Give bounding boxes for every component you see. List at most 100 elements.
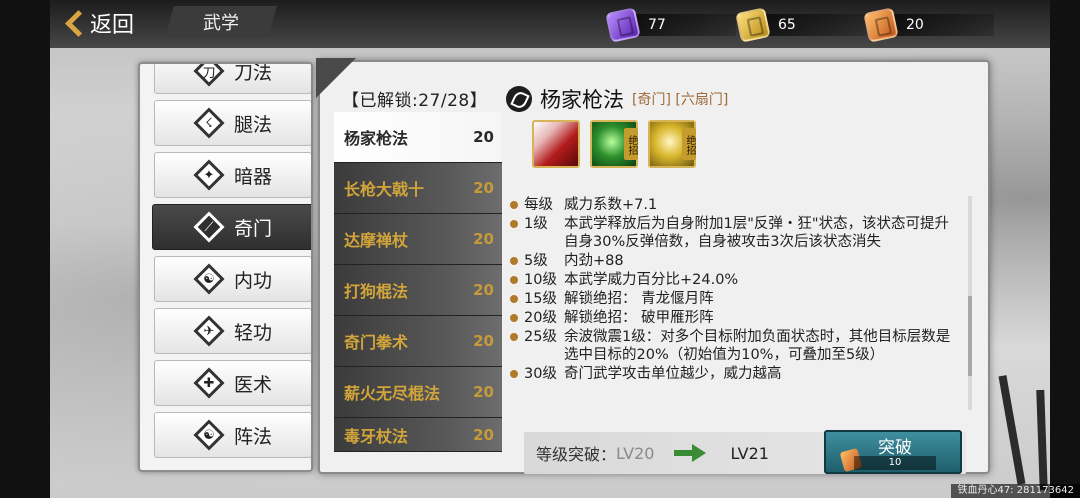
effect-level: 10级 [524, 272, 557, 288]
category-label: 暗器 [233, 165, 272, 188]
category-label: 腿法 [233, 113, 272, 136]
skill-name: 杨家枪法 [344, 129, 409, 148]
effect-text: 奇门武学攻击单位越少，威力越高 [564, 366, 782, 382]
effect-level: 25级 [524, 329, 557, 345]
next-level: LV21 [730, 443, 769, 463]
current-level: LV20 [616, 443, 655, 463]
currency-purple[interactable]: 77 [605, 7, 736, 43]
effect-list[interactable]: 每级 威力系数+7.1 1级 本武学释放后为自身附加1层"反弹・狂"状态，该状态… [510, 196, 962, 410]
skill-level: 20 [473, 383, 494, 401]
skill-name: 奇门拳术 [344, 333, 409, 352]
effect-row: 20级 解锁绝招： 破甲雁形阵 [510, 309, 962, 327]
breakthrough-label: 等级突破： [536, 445, 617, 464]
special-moves: 绝招 绝招 [532, 120, 976, 168]
category-sidebar: 刀 刀法 ☇ 腿法 ✦ 暗器 ⟋ 奇门 ☯ 内功 ✈ 轻功 ✚ 医术 ☯ 阵法 [138, 62, 313, 472]
skill-list: 【已解锁:27/28】 杨家枪法 20 长枪大戟十 20 达摩禅杖 20 打狗棍… [334, 84, 502, 468]
unlock-count: 【已解锁:27/28】 [342, 90, 488, 111]
bullet-icon [510, 220, 518, 228]
golden-burst-icon[interactable]: 绝招 [648, 120, 696, 168]
page-title: 武学 [203, 13, 239, 34]
category-label: 刀法 [233, 62, 272, 84]
skill-name: 达摩禅杖 [344, 231, 409, 250]
left-letterbox [0, 0, 50, 498]
skill-name: 打狗棍法 [344, 282, 409, 301]
green-vortex-icon[interactable]: 绝招 [590, 120, 638, 168]
effect-text: 解锁绝招： 青龙偃月阵 [564, 291, 714, 307]
medicine-icon: ✚ [193, 367, 225, 399]
spear-strike-icon[interactable] [532, 120, 580, 168]
meditation-icon: ☯ [193, 263, 225, 295]
breakthrough-button-label: 突破 [878, 438, 912, 458]
skill-name: 长枪大戟十 [344, 180, 425, 199]
effect-row: 每级 威力系数+7.1 [510, 196, 962, 214]
bullet-icon [510, 333, 518, 341]
bullet-icon [510, 295, 518, 303]
category-medicine[interactable]: ✚ 医术 [154, 360, 311, 406]
skill-list-item[interactable]: 薪火无尽棍法 20 [334, 367, 502, 418]
category-label: 医术 [233, 373, 272, 396]
purple-scroll-icon [605, 7, 641, 43]
effect-scrollbar[interactable] [968, 196, 972, 410]
skill-list-item[interactable]: 达摩禅杖 20 [334, 214, 502, 265]
effect-level: 30级 [524, 366, 557, 382]
category-blade[interactable]: 刀 刀法 [154, 62, 311, 94]
effect-text: 本武学威力百分比+24.0% [564, 272, 739, 288]
skill-name: 薪火无尽棍法 [344, 384, 441, 403]
effect-level: 每级 [524, 197, 553, 213]
currency-orange[interactable]: 20 [863, 7, 994, 43]
effect-row: 1级 本武学释放后为自身附加1层"反弹・狂"状态，该状态可提升自身30%反弹倍数… [510, 215, 962, 251]
skill-name: 毒牙杖法 [344, 426, 409, 446]
effect-row: 10级 本武学威力百分比+24.0% [510, 271, 962, 289]
currency-value: 20 [884, 14, 994, 36]
shuriken-icon: ✦ [193, 159, 225, 191]
gold-scroll-icon [735, 7, 771, 43]
currency-value: 65 [756, 14, 866, 36]
category-label: 轻功 [233, 321, 272, 344]
effect-row: 15级 解锁绝招： 青龙偃月阵 [510, 290, 962, 308]
effect-row: 30级 奇门武学攻击单位越少，威力越高 [510, 365, 962, 383]
effect-level: 1级 [524, 216, 548, 232]
category-agility[interactable]: ✈ 轻功 [154, 308, 311, 354]
chevron-left-icon [62, 8, 84, 38]
kick-icon: ☇ [193, 107, 225, 139]
orange-scroll-icon [863, 7, 899, 43]
breakthrough-cost: 10 [854, 456, 936, 470]
effect-text: 内劲+88 [564, 253, 624, 269]
bullet-icon [510, 201, 518, 209]
agility-icon: ✈ [193, 315, 225, 347]
skill-list-item[interactable]: 打狗棍法 20 [334, 265, 502, 316]
breakthrough-button[interactable]: 突破 10 [824, 430, 962, 474]
category-kick[interactable]: ☇ 腿法 [154, 100, 311, 146]
right-letterbox [1050, 0, 1080, 498]
back-button[interactable]: 返回 [62, 6, 134, 40]
skill-level: 20 [473, 332, 494, 350]
skill-list-item[interactable]: 杨家枪法 20 [334, 112, 502, 163]
watermark: 铁血丹心47: 281173642 [951, 484, 1080, 498]
skill-list-item[interactable]: 毒牙杖法 20 [334, 418, 502, 452]
effect-text: 余波微震1级：对多个目标附加负面状态时，其他目标层数是选中目标的20%（初始值为… [564, 329, 951, 363]
category-formation[interactable]: ☯ 阵法 [154, 412, 311, 458]
currency-gold[interactable]: 65 [735, 7, 866, 43]
skill-detail-header: 杨家枪法 [奇门] [六扇门] [506, 82, 976, 116]
effect-text: 本武学释放后为自身附加1层"反弹・狂"状态，该状态可提升自身30%反弹倍数，自身… [564, 216, 950, 250]
effect-row: 25级 余波微震1级：对多个目标附加负面状态时，其他目标层数是选中目标的20%（… [510, 328, 962, 364]
bullet-icon [510, 276, 518, 284]
ultimate-badge: 绝招 [624, 128, 638, 160]
arrow-right-icon [674, 442, 708, 464]
category-hidden-weapon[interactable]: ✦ 暗器 [154, 152, 311, 198]
category-exotic[interactable]: ⟋ 奇门 [152, 204, 311, 250]
blade-icon: 刀 [193, 64, 225, 87]
bullet-icon [510, 257, 518, 265]
level-breakthrough-bar: 等级突破： LV20 LV21 突破 10 [524, 430, 966, 474]
effect-level: 5级 [524, 253, 548, 269]
skill-detail: 杨家枪法 [奇门] [六扇门] 绝招 绝招 每级 威力系数+7.1 1级 本武学… [506, 82, 976, 474]
currency-value: 77 [626, 14, 736, 36]
category-inner-power[interactable]: ☯ 内功 [154, 256, 311, 302]
spear-type-icon [506, 86, 532, 112]
page-title-tab: 武学 [165, 6, 277, 38]
bullet-icon [510, 370, 518, 378]
weapon-icon: ⟋ [193, 211, 225, 243]
scrollbar-thumb[interactable] [968, 296, 972, 376]
skill-list-item[interactable]: 长枪大戟十 20 [334, 163, 502, 214]
skill-list-item[interactable]: 奇门拳术 20 [334, 316, 502, 367]
